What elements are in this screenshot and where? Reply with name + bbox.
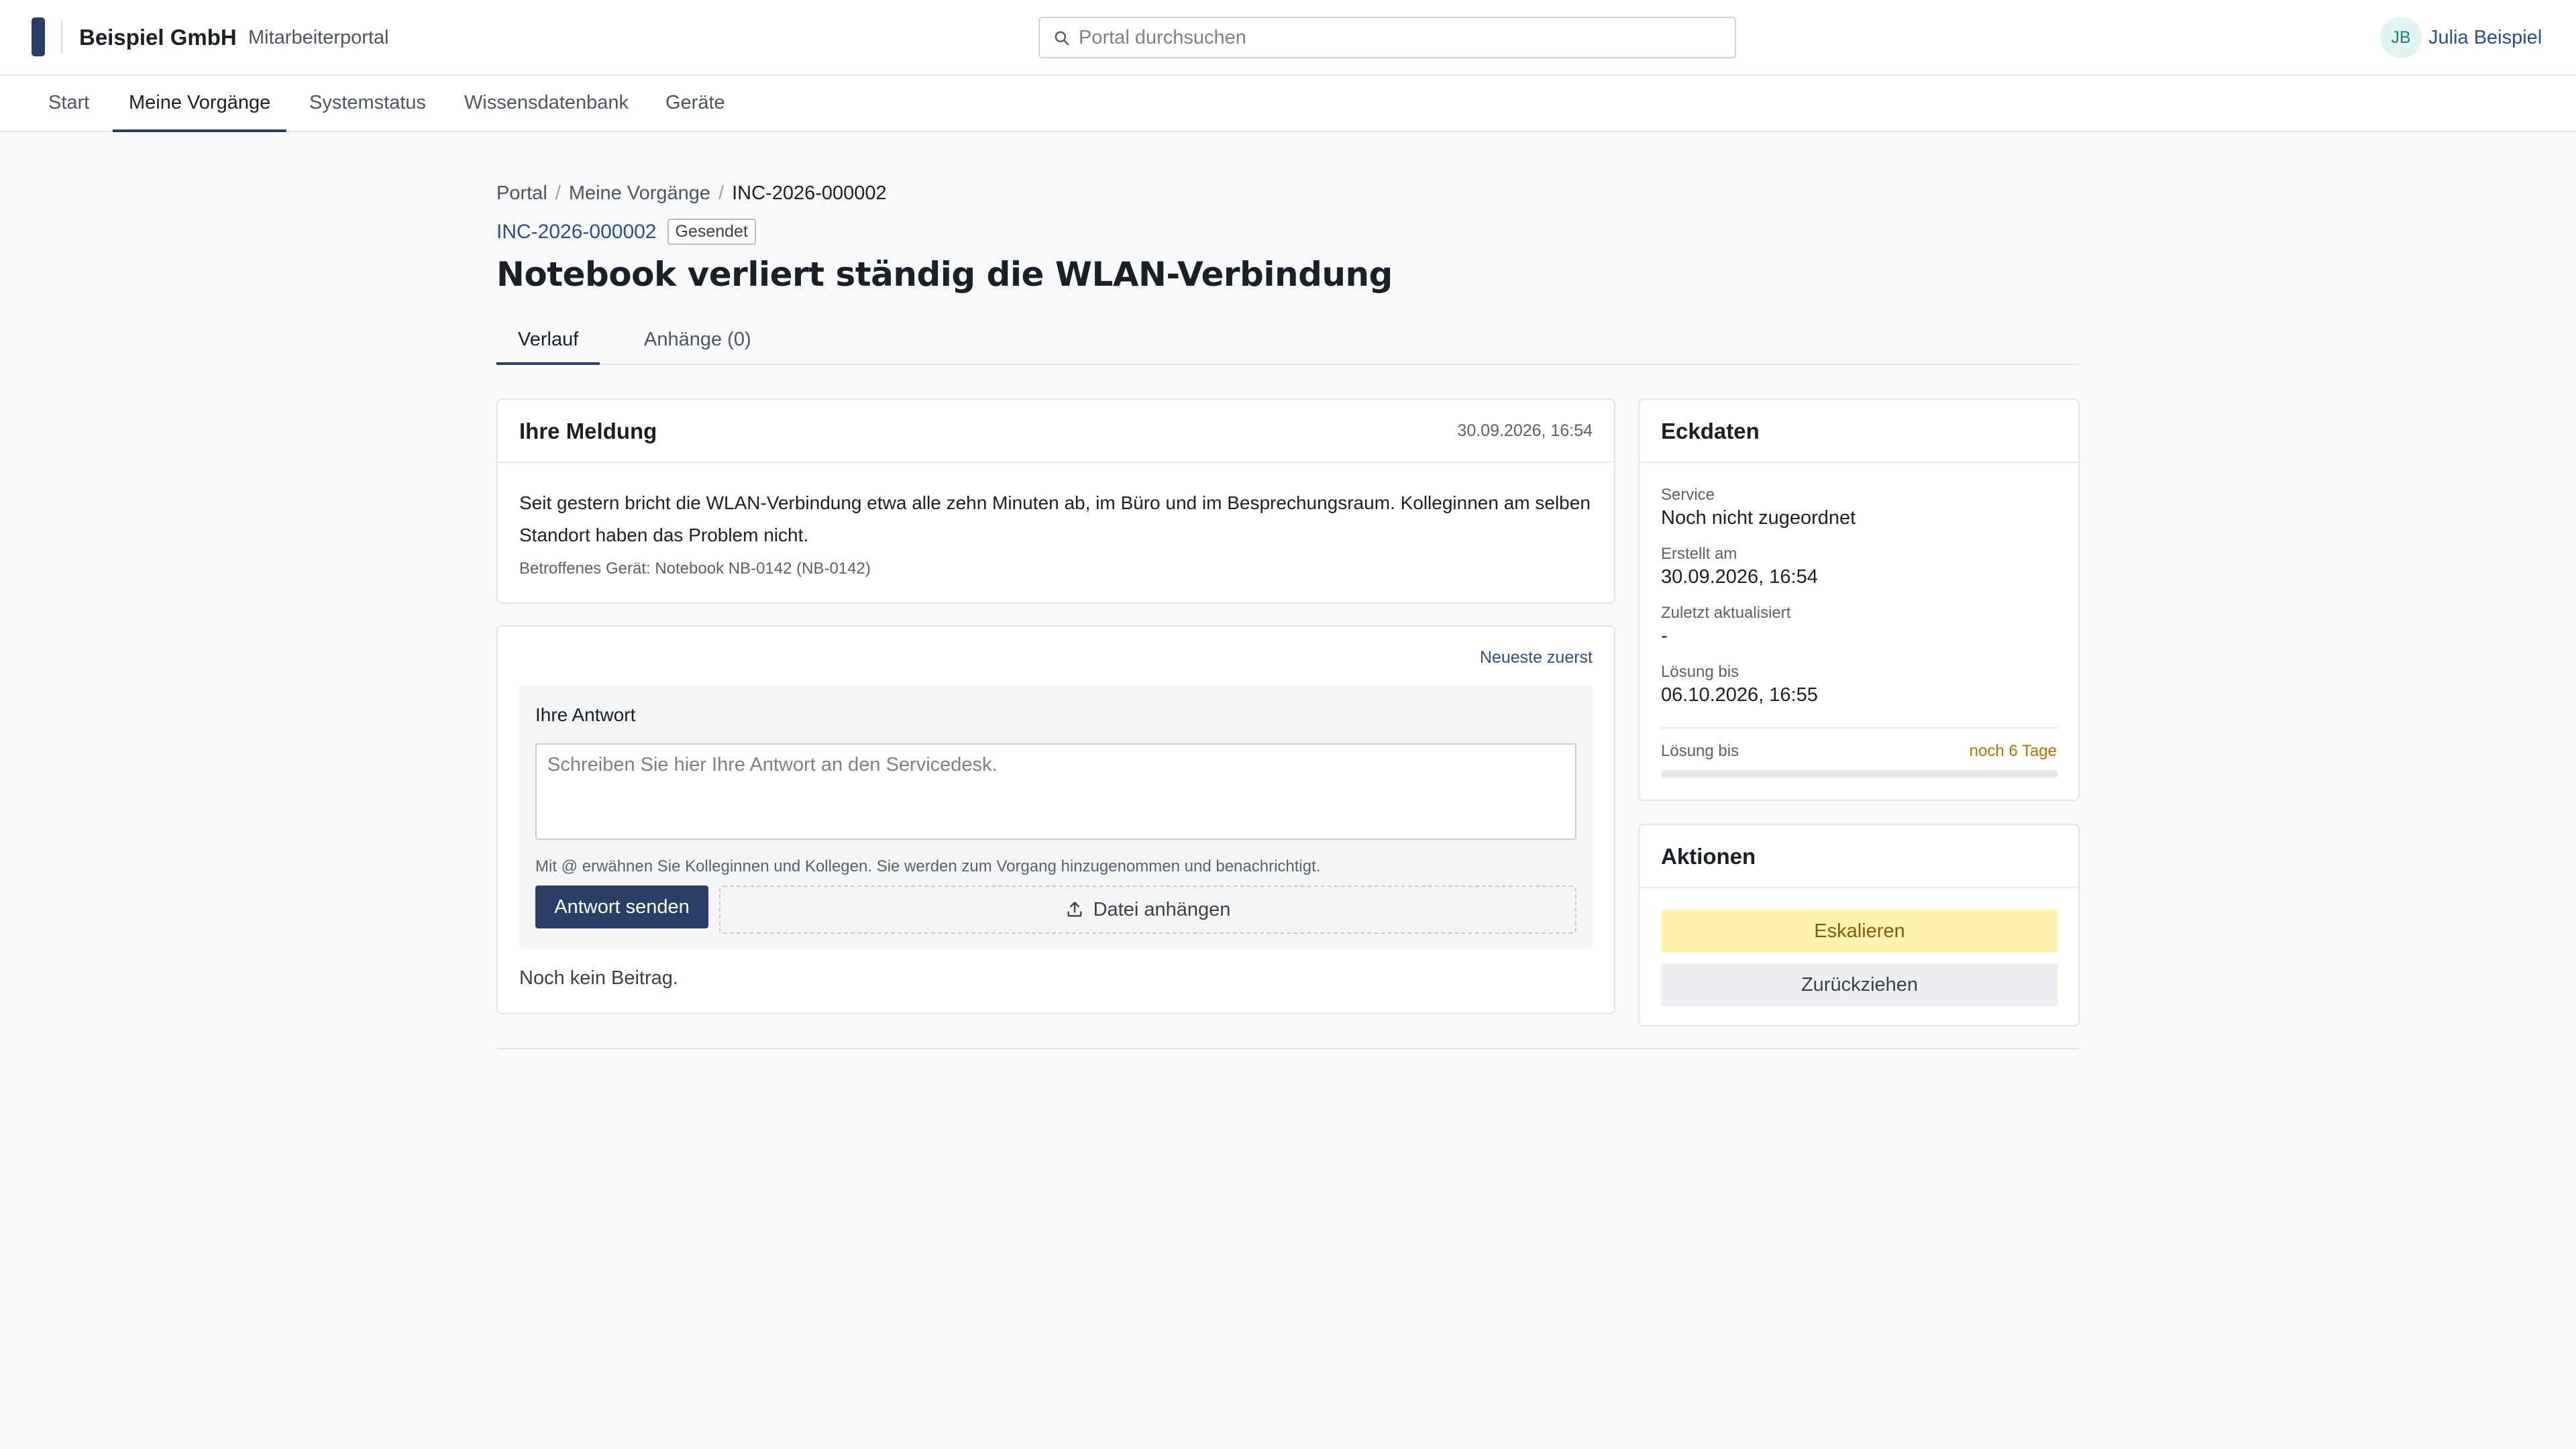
updated-label: Zuletzt aktualisiert	[1661, 604, 1791, 622]
message-card-header: Ihre Meldung 30.09.2026, 16:54	[498, 400, 1614, 463]
avatar[interactable]: JB	[2380, 17, 2422, 58]
nav-item-geraete[interactable]: Geräte	[649, 76, 741, 132]
breadcrumb-current: INC-2026-000002	[732, 182, 887, 204]
company-name: Beispiel GmbH	[79, 25, 237, 50]
message-title: Ihre Meldung	[519, 419, 657, 443]
escalate-button[interactable]: Eskalieren	[1661, 910, 2058, 953]
top-bar: Beispiel GmbH Mitarbeiterportal JB Julia…	[0, 0, 2576, 76]
ticket-tabs: Verlauf Anhänge (0)	[496, 317, 2080, 365]
facts-title: Eckdaten	[1661, 419, 1760, 443]
service-value: Noch nicht zugeordnet	[1661, 507, 1856, 529]
content-divider	[496, 1048, 2080, 1049]
due-value: 06.10.2026, 16:55	[1661, 684, 1818, 706]
search-icon	[1055, 31, 1069, 46]
reply-textarea[interactable]	[535, 743, 1576, 840]
upload-icon	[1067, 902, 1082, 917]
sla-progress-bar	[1661, 770, 2058, 778]
nav-item-meine-vorgaenge[interactable]: Meine Vorgänge	[113, 76, 287, 132]
sla-remaining: noch 6 Tage	[1969, 742, 2057, 760]
attach-file-button[interactable]: Datei anhängen	[719, 885, 1576, 934]
send-reply-button[interactable]: Antwort senden	[535, 885, 708, 928]
no-entries-note: Noch kein Beitrag.	[519, 967, 678, 989]
breadcrumb-meine-vorgaenge[interactable]: Meine Vorgänge	[569, 182, 710, 204]
withdraw-button[interactable]: Zurückziehen	[1661, 963, 2058, 1006]
message-text: Seit gestern bricht die WLAN-Verbindung …	[519, 492, 1591, 545]
facts-card: Eckdaten Service Noch nicht zugeordnet E…	[1638, 398, 2080, 801]
facts-card-header: Eckdaten	[1640, 400, 2078, 463]
service-label: Service	[1661, 486, 1715, 504]
reply-card: Neueste zuerst Ihre Antwort Mit @ erwähn…	[496, 625, 1615, 1014]
main-nav: Start Meine Vorgänge Systemstatus Wissen…	[0, 76, 2576, 132]
tab-verlauf[interactable]: Verlauf	[496, 317, 600, 365]
status-badge: Gesendet	[667, 219, 756, 245]
sla-label: Lösung bis	[1661, 742, 1739, 760]
created-label: Erstellt am	[1661, 545, 1737, 563]
reply-form: Ihre Antwort Mit @ erwähnen Sie Kollegin…	[519, 686, 1593, 949]
affected-device: Betroffenes Gerät: Notebook NB-0142 (NB-…	[519, 559, 871, 578]
ticket-meta: INC-2026-000002 Gesendet	[496, 219, 756, 245]
portal-name: Mitarbeiterportal	[248, 27, 389, 48]
brand-logo	[32, 17, 45, 56]
breadcrumb: Portal / Meine Vorgänge / INC-2026-000002	[496, 182, 887, 205]
breadcrumb-separator: /	[555, 182, 561, 204]
ticket-id: INC-2026-000002	[496, 220, 657, 243]
nav-item-wissensdatenbank[interactable]: Wissensdatenbank	[448, 76, 645, 132]
message-date: 30.09.2026, 16:54	[1457, 421, 1593, 440]
search-input[interactable]	[1079, 19, 1723, 56]
actions-card-header: Aktionen	[1640, 825, 2078, 888]
search-box[interactable]	[1038, 17, 1736, 58]
actions-card: Aktionen Eskalieren Zurückziehen	[1638, 824, 2080, 1026]
attach-file-label: Datei anhängen	[1093, 898, 1231, 920]
nav-item-systemstatus[interactable]: Systemstatus	[293, 76, 442, 132]
facts-divider	[1661, 727, 2058, 729]
sort-newest-first-link[interactable]: Neueste zuerst	[1480, 648, 1593, 667]
page-title: Notebook verliert ständig die WLAN-Verbi…	[496, 255, 1393, 294]
reply-label: Ihre Antwort	[535, 704, 636, 725]
nav-item-start[interactable]: Start	[32, 76, 105, 132]
actions-title: Aktionen	[1661, 844, 1756, 869]
tab-anhaenge[interactable]: Anhänge (0)	[623, 317, 773, 365]
message-card: Ihre Meldung 30.09.2026, 16:54 Seit gest…	[496, 398, 1615, 604]
breadcrumb-portal[interactable]: Portal	[496, 182, 547, 204]
brand-divider	[61, 20, 62, 54]
breadcrumb-separator: /	[718, 182, 724, 204]
updated-value: -	[1661, 625, 1668, 647]
created-value: 30.09.2026, 16:54	[1661, 566, 1818, 588]
mention-hint: Mit @ erwähnen Sie Kolleginnen und Kolle…	[535, 857, 1321, 875]
user-menu[interactable]: JB Julia Beispiel	[2380, 17, 2542, 58]
due-label: Lösung bis	[1661, 663, 1739, 681]
user-name[interactable]: Julia Beispiel	[2428, 27, 2542, 49]
